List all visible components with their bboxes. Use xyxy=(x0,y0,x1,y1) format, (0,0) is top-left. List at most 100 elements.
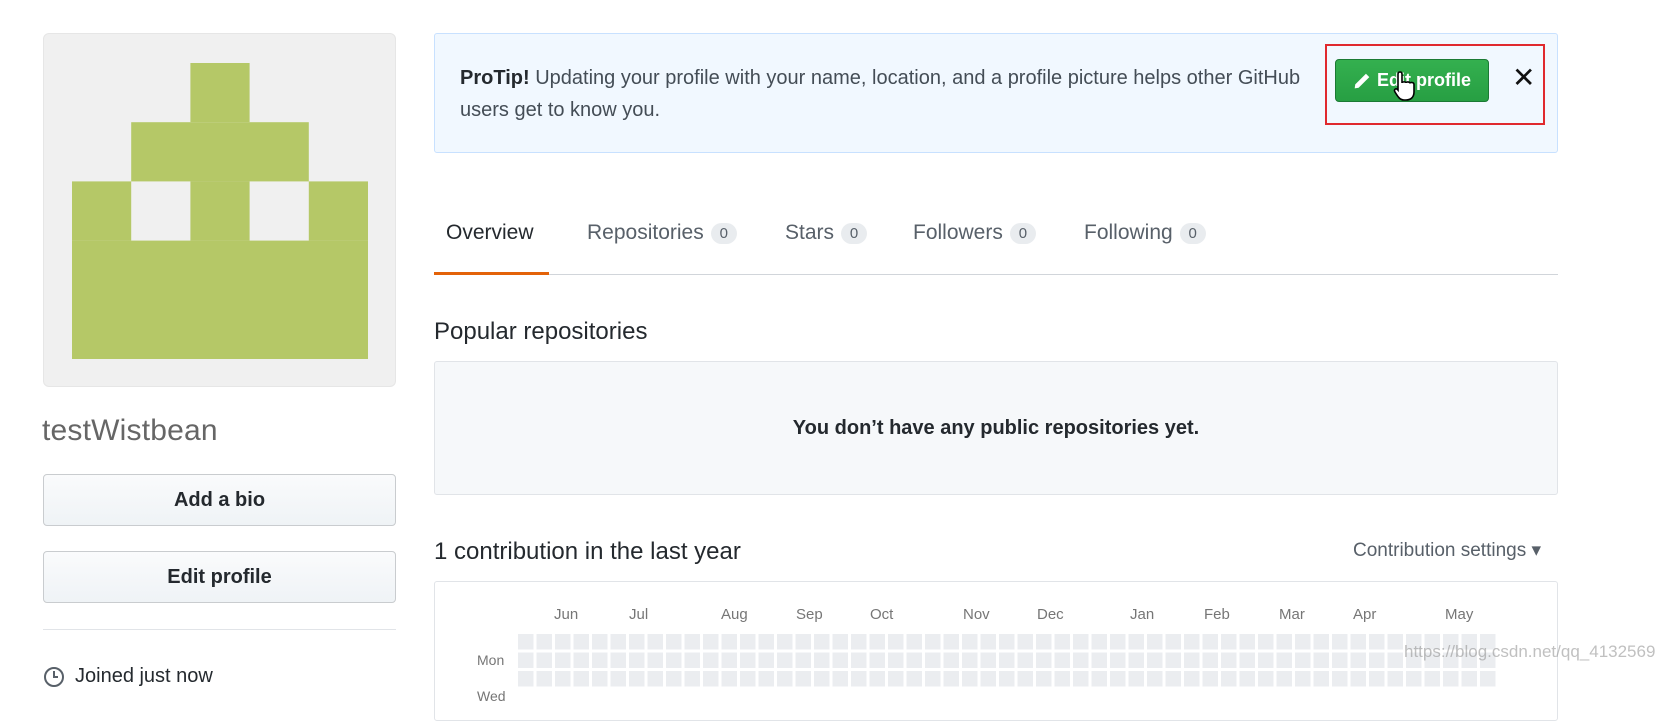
contribution-day-cell[interactable] xyxy=(1276,671,1293,687)
contribution-day-cell[interactable] xyxy=(1332,652,1348,669)
contribution-day-cell[interactable] xyxy=(592,671,608,687)
contribution-day-cell[interactable] xyxy=(1110,671,1126,687)
contribution-day-cell[interactable] xyxy=(610,652,627,669)
contribution-day-cell[interactable] xyxy=(1295,634,1311,650)
contribution-day-cell[interactable] xyxy=(518,671,534,687)
contribution-day-cell[interactable] xyxy=(814,671,830,687)
contribution-day-cell[interactable] xyxy=(518,652,534,669)
contribution-day-cell[interactable] xyxy=(1239,634,1256,650)
contribution-day-cell[interactable] xyxy=(703,652,719,669)
contribution-day-cell[interactable] xyxy=(1295,652,1311,669)
tab-repositories[interactable]: Repositories 0 xyxy=(587,221,737,245)
contribution-day-cell[interactable] xyxy=(536,652,553,669)
contribution-day-cell[interactable] xyxy=(629,671,645,687)
contribution-day-cell[interactable] xyxy=(573,634,590,650)
contribution-day-cell[interactable] xyxy=(795,671,812,687)
tab-overview[interactable]: Overview xyxy=(446,221,534,245)
contribution-day-cell[interactable] xyxy=(1036,671,1052,687)
contribution-day-cell[interactable] xyxy=(925,634,941,650)
contribution-day-cell[interactable] xyxy=(721,634,738,650)
contribution-day-cell[interactable] xyxy=(1221,634,1237,650)
contribution-day-cell[interactable] xyxy=(647,671,664,687)
contribution-day-cell[interactable] xyxy=(1128,671,1145,687)
contribution-day-cell[interactable] xyxy=(1147,652,1163,669)
contribution-day-cell[interactable] xyxy=(684,634,701,650)
contribution-day-cell[interactable] xyxy=(1239,652,1256,669)
contribution-settings-dropdown[interactable]: Contribution settings ▾ xyxy=(1353,539,1541,562)
contribution-day-cell[interactable] xyxy=(980,652,997,669)
contribution-day-cell[interactable] xyxy=(943,634,960,650)
contribution-day-cell[interactable] xyxy=(740,671,756,687)
contribution-day-cell[interactable] xyxy=(1128,652,1145,669)
contribution-day-cell[interactable] xyxy=(684,652,701,669)
contribution-day-cell[interactable] xyxy=(1036,634,1052,650)
tab-following[interactable]: Following 0 xyxy=(1084,221,1206,245)
contribution-day-cell[interactable] xyxy=(573,652,590,669)
contribution-day-cell[interactable] xyxy=(925,652,941,669)
contribution-day-cell[interactable] xyxy=(869,634,886,650)
contribution-day-cell[interactable] xyxy=(1369,671,1385,687)
contribution-day-cell[interactable] xyxy=(1239,671,1256,687)
contribution-day-cell[interactable] xyxy=(1313,671,1330,687)
contribution-day-cell[interactable] xyxy=(888,652,904,669)
contribution-day-cell[interactable] xyxy=(573,671,590,687)
contribution-day-cell[interactable] xyxy=(536,671,553,687)
contribution-day-cell[interactable] xyxy=(1313,652,1330,669)
contribution-day-cell[interactable] xyxy=(1276,634,1293,650)
contribution-day-cell[interactable] xyxy=(740,634,756,650)
contribution-day-cell[interactable] xyxy=(1091,652,1108,669)
contribution-day-cell[interactable] xyxy=(1313,634,1330,650)
contribution-day-cell[interactable] xyxy=(592,652,608,669)
contribution-day-cell[interactable] xyxy=(962,634,978,650)
contribution-day-cell[interactable] xyxy=(758,652,775,669)
contribution-day-cell[interactable] xyxy=(1258,634,1274,650)
contribution-day-cell[interactable] xyxy=(647,652,664,669)
contribution-day-cell[interactable] xyxy=(851,671,867,687)
tab-stars[interactable]: Stars 0 xyxy=(785,221,868,245)
contribution-day-cell[interactable] xyxy=(999,634,1015,650)
contribution-day-cell[interactable] xyxy=(980,671,997,687)
contribution-day-cell[interactable] xyxy=(851,634,867,650)
contribution-day-cell[interactable] xyxy=(795,634,812,650)
contribution-day-cell[interactable] xyxy=(1480,671,1496,687)
contribution-day-cell[interactable] xyxy=(721,671,738,687)
contribution-day-cell[interactable] xyxy=(962,652,978,669)
contribution-day-cell[interactable] xyxy=(1073,671,1089,687)
contribution-day-cell[interactable] xyxy=(666,652,682,669)
contribution-day-cell[interactable] xyxy=(1184,652,1200,669)
contribution-day-cell[interactable] xyxy=(721,652,738,669)
contribution-day-cell[interactable] xyxy=(1202,652,1219,669)
contribution-day-cell[interactable] xyxy=(555,671,571,687)
contribution-day-cell[interactable] xyxy=(943,671,960,687)
contribution-day-cell[interactable] xyxy=(1443,671,1459,687)
contribution-day-cell[interactable] xyxy=(610,634,627,650)
contribution-day-cell[interactable] xyxy=(1350,634,1367,650)
contribution-day-cell[interactable] xyxy=(869,652,886,669)
contribution-day-cell[interactable] xyxy=(980,634,997,650)
contribution-day-cell[interactable] xyxy=(906,671,923,687)
contribution-day-cell[interactable] xyxy=(1387,652,1404,669)
contribution-day-cell[interactable] xyxy=(1054,671,1071,687)
contribution-day-cell[interactable] xyxy=(758,671,775,687)
contribution-day-cell[interactable] xyxy=(1184,634,1200,650)
contribution-day-cell[interactable] xyxy=(684,671,701,687)
contribution-day-cell[interactable] xyxy=(1350,671,1367,687)
contribution-day-cell[interactable] xyxy=(1332,634,1348,650)
contribution-day-cell[interactable] xyxy=(1221,652,1237,669)
contribution-day-cell[interactable] xyxy=(943,652,960,669)
contribution-day-cell[interactable] xyxy=(1461,671,1478,687)
contribution-day-cell[interactable] xyxy=(758,634,775,650)
contribution-day-cell[interactable] xyxy=(740,652,756,669)
contribution-day-cell[interactable] xyxy=(1369,634,1385,650)
contribution-day-cell[interactable] xyxy=(1054,634,1071,650)
contribution-day-cell[interactable] xyxy=(1110,634,1126,650)
contribution-day-cell[interactable] xyxy=(1128,634,1145,650)
contribution-day-cell[interactable] xyxy=(1165,634,1182,650)
sidebar-edit-profile-button[interactable]: Edit profile xyxy=(43,551,396,603)
close-icon[interactable]: ✕ xyxy=(1512,64,1535,92)
contribution-day-cell[interactable] xyxy=(1017,652,1034,669)
contribution-day-cell[interactable] xyxy=(851,652,867,669)
contribution-day-cell[interactable] xyxy=(999,652,1015,669)
contribution-day-cell[interactable] xyxy=(555,634,571,650)
contribution-day-cell[interactable] xyxy=(777,652,793,669)
